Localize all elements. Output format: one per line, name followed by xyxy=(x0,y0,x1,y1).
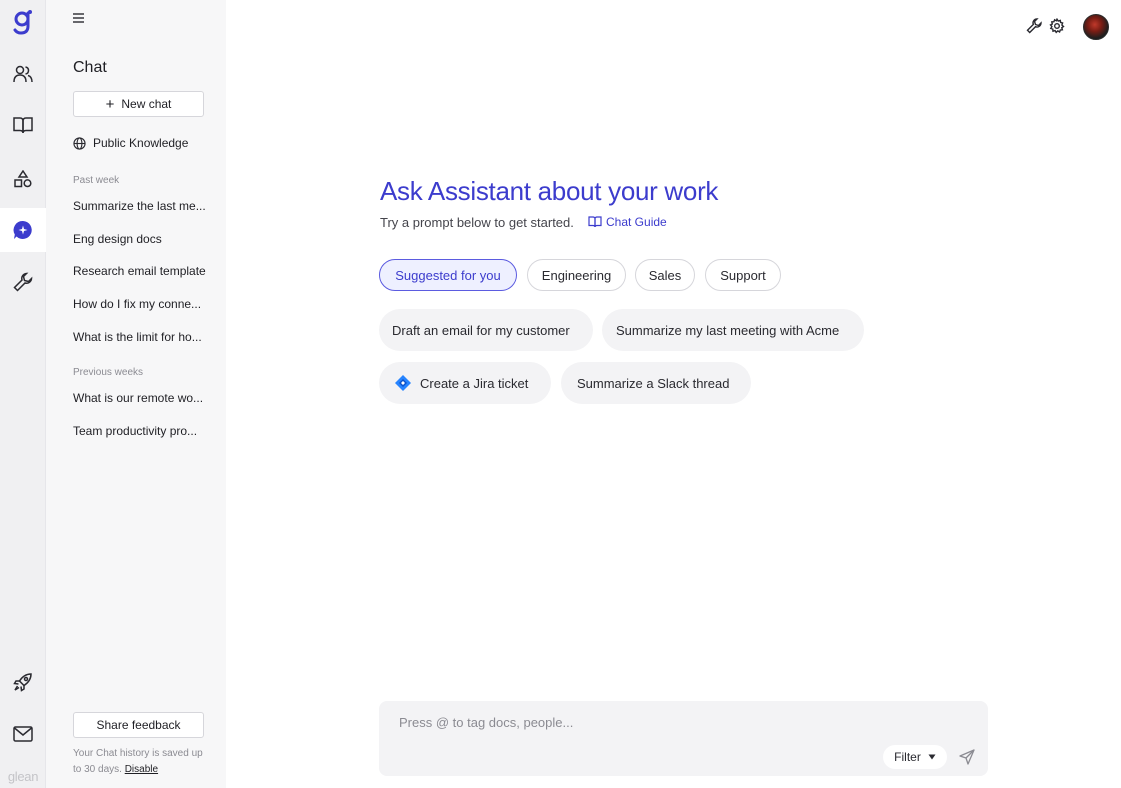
shapes-icon xyxy=(14,170,32,188)
prompt-label: Summarize a Slack thread xyxy=(577,375,730,391)
prompt-label: Create a Jira ticket xyxy=(420,375,529,391)
people-icon xyxy=(13,65,33,83)
section-label-previous-weeks: Previous weeks xyxy=(73,367,144,378)
new-chat-label: New chat xyxy=(121,97,172,111)
history-item[interactable]: Eng design docs xyxy=(73,232,213,246)
rail-chat-button[interactable] xyxy=(0,208,46,252)
gear-icon[interactable] xyxy=(1049,18,1065,34)
history-item[interactable]: What is our remote wo... xyxy=(73,391,213,405)
rail-people-button[interactable] xyxy=(0,52,46,96)
page-title: Ask Assistant about your work xyxy=(380,176,719,206)
glean-logo-button[interactable] xyxy=(0,0,46,44)
wrench-icon[interactable] xyxy=(1026,18,1042,34)
chat-input[interactable] xyxy=(397,710,881,734)
filter-label: Filter xyxy=(894,750,921,764)
tab-support[interactable]: Support xyxy=(705,259,781,291)
public-knowledge-item[interactable]: Public Knowledge xyxy=(73,136,188,150)
chat-sparkle-icon xyxy=(13,220,32,239)
rocket-icon xyxy=(13,673,32,692)
globe-icon xyxy=(73,136,86,150)
prompt-draft-email[interactable]: Draft an email for my customer xyxy=(379,309,593,351)
caret-down-icon xyxy=(928,754,936,760)
history-item[interactable]: What is the limit for ho... xyxy=(73,330,213,344)
mail-icon xyxy=(13,726,33,742)
share-feedback-button[interactable]: Share feedback xyxy=(73,712,204,738)
send-icon[interactable] xyxy=(959,749,975,765)
chat-guide-link[interactable]: Chat Guide xyxy=(588,215,667,229)
history-item[interactable]: How do I fix my conne... xyxy=(73,297,213,311)
hamburger-menu-icon[interactable] xyxy=(72,10,88,26)
prompt-label: Draft an email for my customer xyxy=(392,322,570,338)
rail-tools-button[interactable] xyxy=(0,260,46,304)
rail-knowledge-button[interactable] xyxy=(0,103,46,147)
icon-rail: glean xyxy=(0,0,46,788)
book-icon xyxy=(588,216,602,228)
page-subtitle: Try a prompt below to get started. xyxy=(380,215,574,230)
chat-composer: Filter xyxy=(379,701,988,776)
history-retention-note: Your Chat history is saved up to 30 days… xyxy=(73,746,213,778)
chat-guide-label: Chat Guide xyxy=(606,215,667,229)
user-avatar[interactable] xyxy=(1083,14,1109,40)
prompt-summarize-meeting[interactable]: Summarize my last meeting with Acme xyxy=(602,309,864,351)
tab-engineering[interactable]: Engineering xyxy=(527,259,626,291)
jira-icon xyxy=(395,375,411,391)
chat-sidebar: Chat + New chat Public Knowledge Past we… xyxy=(46,0,226,788)
prompt-summarize-slack-thread[interactable]: Summarize a Slack thread xyxy=(561,362,751,404)
book-icon xyxy=(13,117,33,134)
brand-wordmark: glean xyxy=(7,769,39,784)
prompt-label: Summarize my last meeting with Acme xyxy=(616,322,840,338)
rail-launch-button[interactable] xyxy=(0,660,46,704)
rail-apps-button[interactable] xyxy=(0,157,46,201)
filter-button[interactable]: Filter xyxy=(883,745,947,769)
tab-suggested-for-you[interactable]: Suggested for you xyxy=(379,259,517,291)
section-label-past-week: Past week xyxy=(73,175,120,186)
disable-history-link[interactable]: Disable xyxy=(125,764,158,775)
history-item[interactable]: Summarize the last me... xyxy=(73,199,213,213)
sidebar-title: Chat xyxy=(73,59,107,76)
rail-mail-button[interactable] xyxy=(0,712,46,756)
tab-sales[interactable]: Sales xyxy=(635,259,695,291)
public-knowledge-label: Public Knowledge xyxy=(93,136,189,150)
glean-logo-icon xyxy=(13,10,32,35)
history-item[interactable]: Team productivity pro... xyxy=(73,424,213,438)
history-item[interactable]: Research email template xyxy=(73,264,213,278)
plus-icon: + xyxy=(105,95,115,113)
wrench-icon xyxy=(13,272,33,292)
new-chat-button[interactable]: + New chat xyxy=(73,91,204,117)
prompt-create-jira-ticket[interactable]: Create a Jira ticket xyxy=(379,362,551,404)
